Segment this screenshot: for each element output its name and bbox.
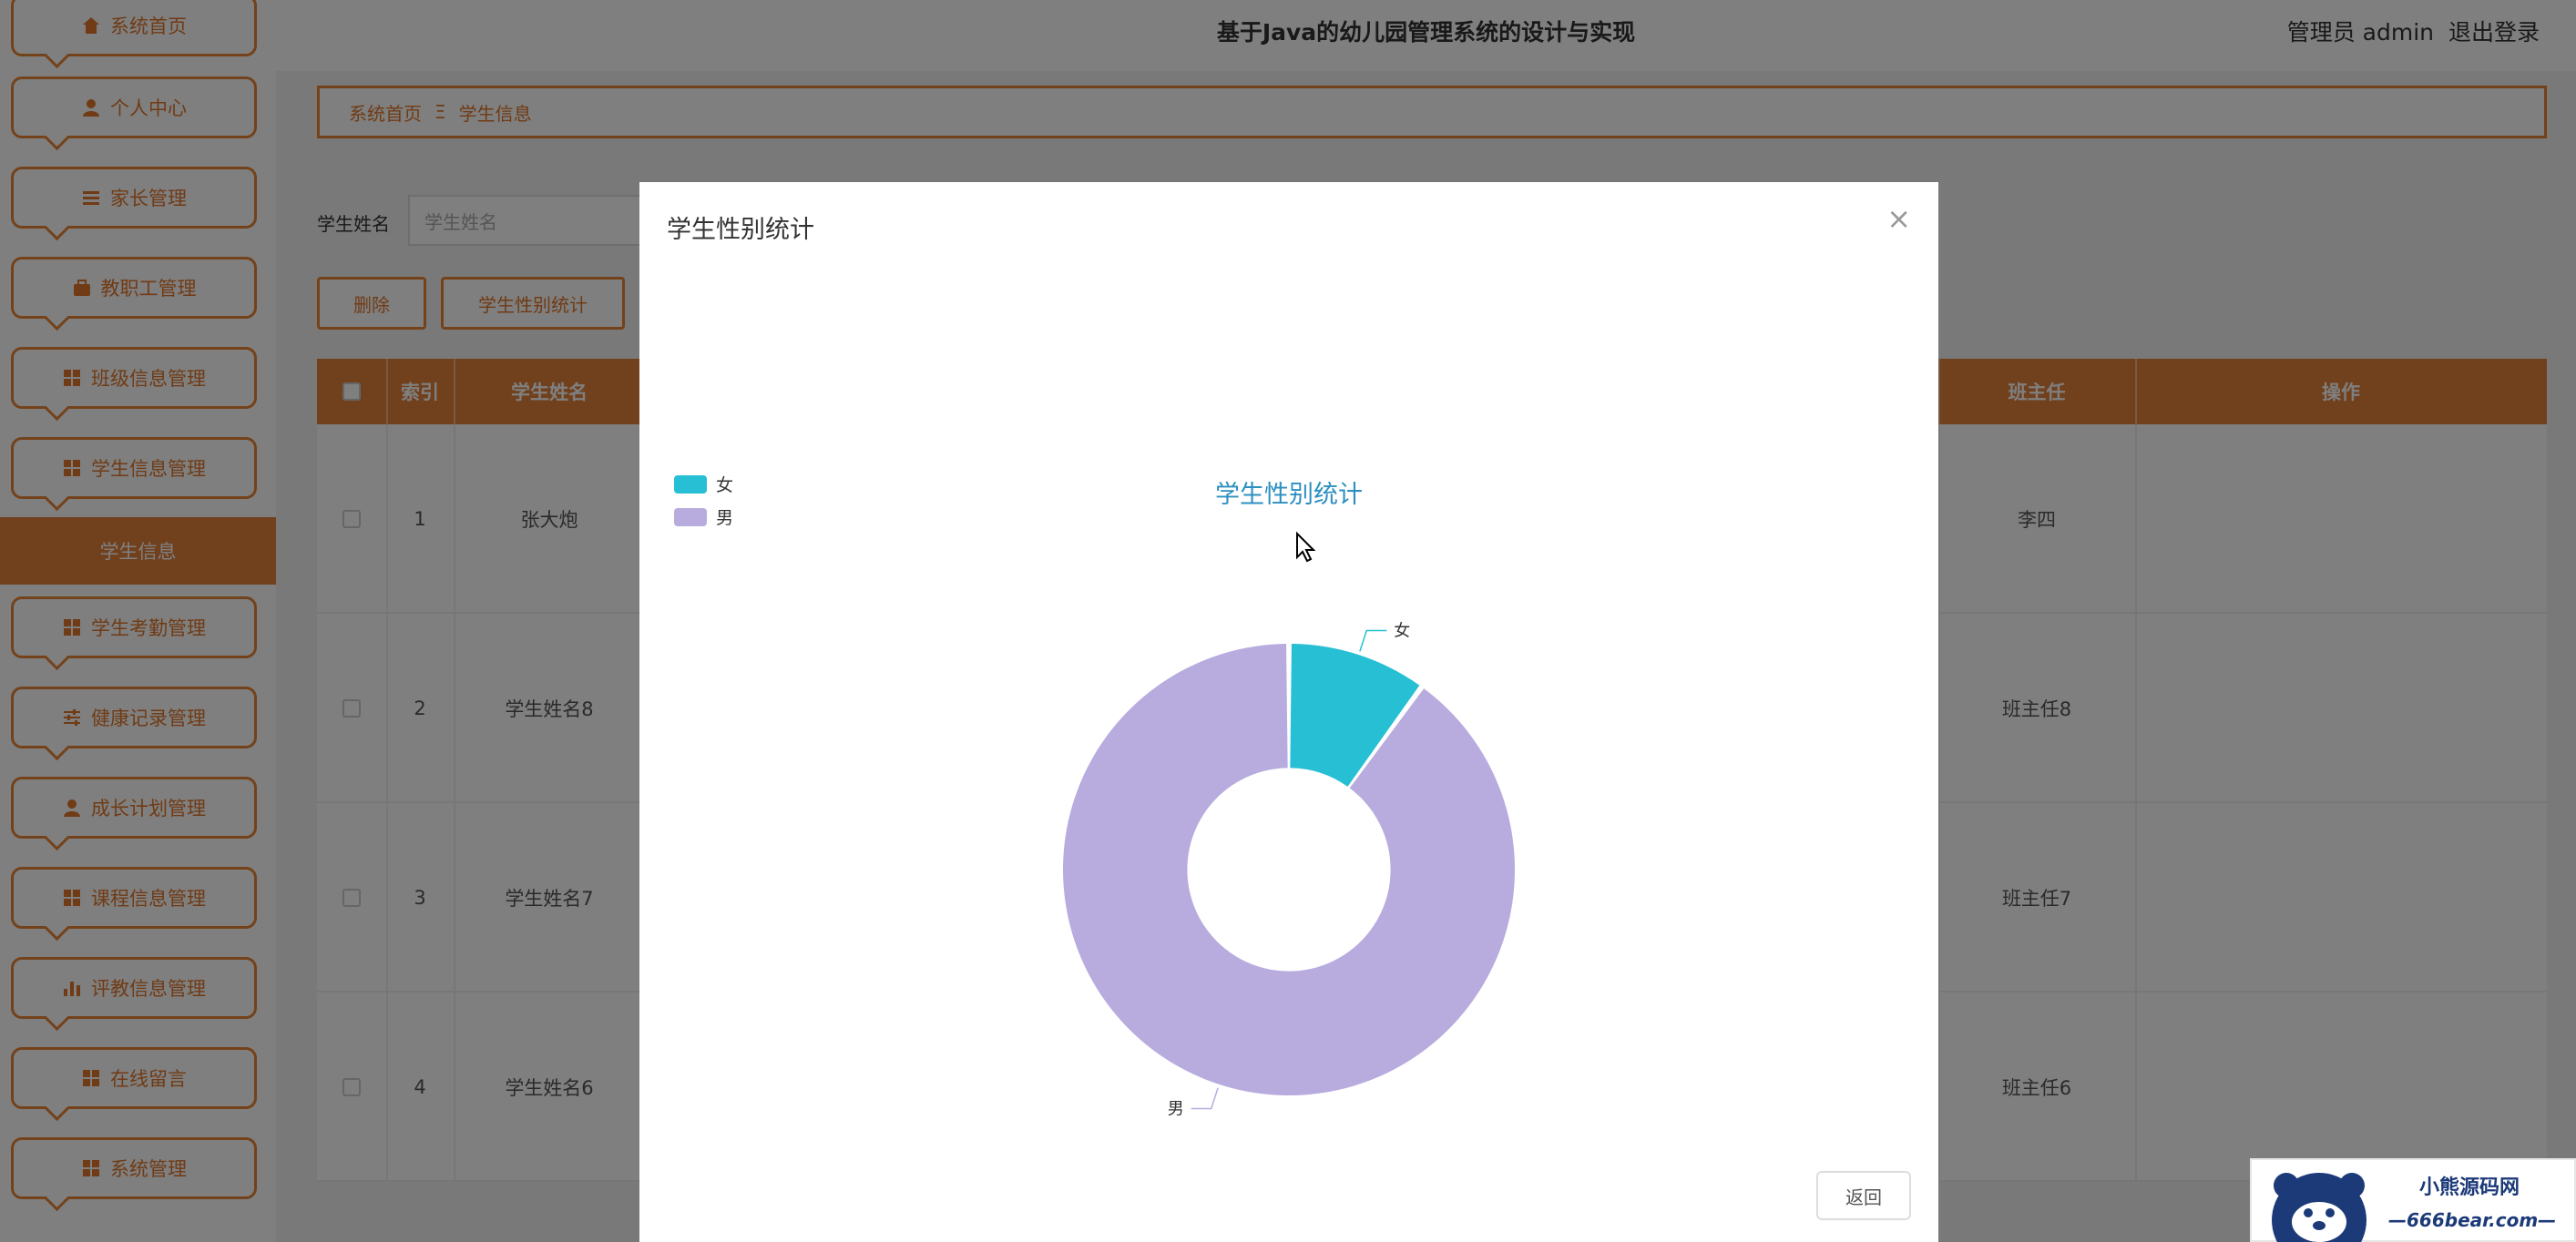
mouse-cursor-icon bbox=[1296, 532, 1316, 563]
slice-leader-line-1 bbox=[1191, 1087, 1219, 1110]
watermark-title: 小熊源码网 bbox=[2419, 1176, 2520, 1199]
slice-label-0: 女 bbox=[1394, 622, 1410, 641]
legend-label-0[interactable]: 女 bbox=[716, 475, 733, 495]
watermark-url: —666bear.com— bbox=[2388, 1209, 2557, 1231]
gender-stats-modal: 学生性别统计 × 学生性别统计女男女男 返回 bbox=[639, 182, 1938, 1242]
modal-title: 学生性别统计 bbox=[667, 216, 814, 244]
legend-swatch-1[interactable] bbox=[674, 508, 707, 526]
gender-pie-chart: 学生性别统计女男女男 bbox=[674, 475, 1515, 1118]
chart-title: 学生性别统计 bbox=[1215, 481, 1363, 509]
return-button[interactable]: 返回 bbox=[1816, 1171, 1911, 1220]
legend-label-1[interactable]: 男 bbox=[716, 508, 733, 528]
bear-logo-icon bbox=[2272, 1173, 2366, 1242]
slice-label-1: 男 bbox=[1168, 1099, 1184, 1118]
pie-slice-1[interactable] bbox=[1063, 644, 1515, 1095]
legend-swatch-0[interactable] bbox=[674, 475, 707, 494]
close-icon[interactable]: × bbox=[1886, 204, 1911, 233]
watermark-logo: 小熊源码网 —666bear.com— bbox=[2250, 1158, 2576, 1242]
slice-leader-line-0 bbox=[1359, 629, 1387, 652]
